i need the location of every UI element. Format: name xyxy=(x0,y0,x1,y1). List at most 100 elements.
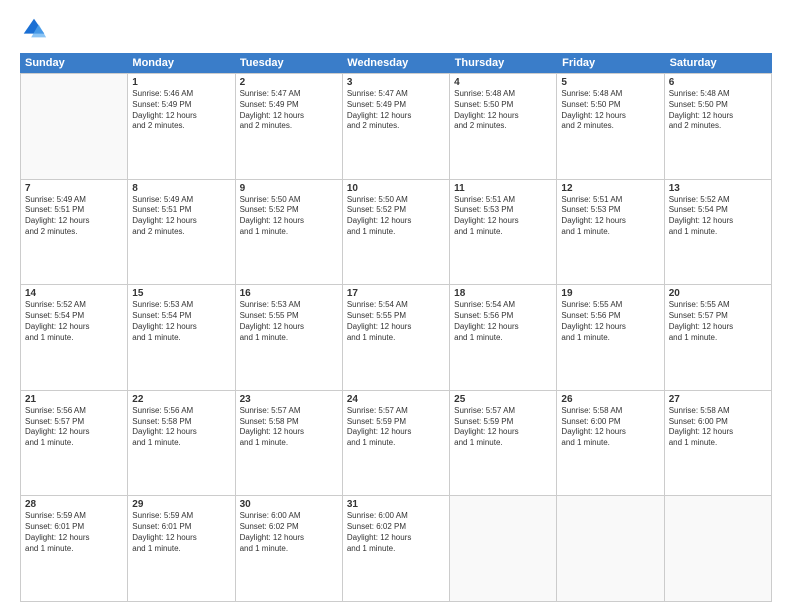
cal-cell: 30Sunrise: 6:00 AM Sunset: 6:02 PM Dayli… xyxy=(236,496,343,601)
cal-cell: 24Sunrise: 5:57 AM Sunset: 5:59 PM Dayli… xyxy=(343,391,450,496)
cal-cell: 31Sunrise: 6:00 AM Sunset: 6:02 PM Dayli… xyxy=(343,496,450,601)
calendar-row-3: 14Sunrise: 5:52 AM Sunset: 5:54 PM Dayli… xyxy=(21,285,772,391)
cal-cell: 27Sunrise: 5:58 AM Sunset: 6:00 PM Dayli… xyxy=(665,391,772,496)
page: SundayMondayTuesdayWednesdayThursdayFrid… xyxy=(0,0,792,612)
cell-info: Sunrise: 5:48 AM Sunset: 5:50 PM Dayligh… xyxy=(669,89,767,132)
header xyxy=(20,15,772,43)
day-number: 19 xyxy=(561,288,659,299)
calendar: SundayMondayTuesdayWednesdayThursdayFrid… xyxy=(20,53,772,602)
cell-info: Sunrise: 5:58 AM Sunset: 6:00 PM Dayligh… xyxy=(561,406,659,449)
calendar-row-5: 28Sunrise: 5:59 AM Sunset: 6:01 PM Dayli… xyxy=(21,496,772,602)
calendar-row-2: 7Sunrise: 5:49 AM Sunset: 5:51 PM Daylig… xyxy=(21,180,772,286)
header-day-thursday: Thursday xyxy=(450,53,557,73)
cell-info: Sunrise: 5:58 AM Sunset: 6:00 PM Dayligh… xyxy=(669,406,767,449)
cal-cell: 26Sunrise: 5:58 AM Sunset: 6:00 PM Dayli… xyxy=(557,391,664,496)
cell-info: Sunrise: 5:52 AM Sunset: 5:54 PM Dayligh… xyxy=(669,195,767,238)
header-day-tuesday: Tuesday xyxy=(235,53,342,73)
logo xyxy=(20,15,52,43)
cal-cell: 11Sunrise: 5:51 AM Sunset: 5:53 PM Dayli… xyxy=(450,180,557,285)
day-number: 12 xyxy=(561,183,659,194)
day-number: 27 xyxy=(669,394,767,405)
cal-cell xyxy=(665,496,772,601)
day-number: 7 xyxy=(25,183,123,194)
cal-cell: 14Sunrise: 5:52 AM Sunset: 5:54 PM Dayli… xyxy=(21,285,128,390)
cal-cell: 29Sunrise: 5:59 AM Sunset: 6:01 PM Dayli… xyxy=(128,496,235,601)
cell-info: Sunrise: 5:56 AM Sunset: 5:58 PM Dayligh… xyxy=(132,406,230,449)
header-day-wednesday: Wednesday xyxy=(342,53,449,73)
cal-cell: 25Sunrise: 5:57 AM Sunset: 5:59 PM Dayli… xyxy=(450,391,557,496)
cell-info: Sunrise: 5:51 AM Sunset: 5:53 PM Dayligh… xyxy=(561,195,659,238)
cell-info: Sunrise: 5:47 AM Sunset: 5:49 PM Dayligh… xyxy=(347,89,445,132)
day-number: 23 xyxy=(240,394,338,405)
cal-cell: 7Sunrise: 5:49 AM Sunset: 5:51 PM Daylig… xyxy=(21,180,128,285)
day-number: 25 xyxy=(454,394,552,405)
cal-cell: 23Sunrise: 5:57 AM Sunset: 5:58 PM Dayli… xyxy=(236,391,343,496)
day-number: 3 xyxy=(347,77,445,88)
day-number: 30 xyxy=(240,499,338,510)
cell-info: Sunrise: 5:48 AM Sunset: 5:50 PM Dayligh… xyxy=(561,89,659,132)
cell-info: Sunrise: 5:53 AM Sunset: 5:55 PM Dayligh… xyxy=(240,300,338,343)
day-number: 24 xyxy=(347,394,445,405)
cal-cell: 5Sunrise: 5:48 AM Sunset: 5:50 PM Daylig… xyxy=(557,74,664,179)
cal-cell: 10Sunrise: 5:50 AM Sunset: 5:52 PM Dayli… xyxy=(343,180,450,285)
cal-cell: 4Sunrise: 5:48 AM Sunset: 5:50 PM Daylig… xyxy=(450,74,557,179)
cell-info: Sunrise: 5:51 AM Sunset: 5:53 PM Dayligh… xyxy=(454,195,552,238)
day-number: 8 xyxy=(132,183,230,194)
day-number: 17 xyxy=(347,288,445,299)
cell-info: Sunrise: 5:57 AM Sunset: 5:59 PM Dayligh… xyxy=(454,406,552,449)
cal-cell: 20Sunrise: 5:55 AM Sunset: 5:57 PM Dayli… xyxy=(665,285,772,390)
cal-cell: 15Sunrise: 5:53 AM Sunset: 5:54 PM Dayli… xyxy=(128,285,235,390)
day-number: 31 xyxy=(347,499,445,510)
day-number: 29 xyxy=(132,499,230,510)
cell-info: Sunrise: 5:55 AM Sunset: 5:56 PM Dayligh… xyxy=(561,300,659,343)
cal-cell: 21Sunrise: 5:56 AM Sunset: 5:57 PM Dayli… xyxy=(21,391,128,496)
cell-info: Sunrise: 5:49 AM Sunset: 5:51 PM Dayligh… xyxy=(25,195,123,238)
cal-cell: 6Sunrise: 5:48 AM Sunset: 5:50 PM Daylig… xyxy=(665,74,772,179)
header-day-sunday: Sunday xyxy=(20,53,127,73)
day-number: 13 xyxy=(669,183,767,194)
cell-info: Sunrise: 5:55 AM Sunset: 5:57 PM Dayligh… xyxy=(669,300,767,343)
cal-cell: 17Sunrise: 5:54 AM Sunset: 5:55 PM Dayli… xyxy=(343,285,450,390)
cal-cell: 22Sunrise: 5:56 AM Sunset: 5:58 PM Dayli… xyxy=(128,391,235,496)
cell-info: Sunrise: 5:47 AM Sunset: 5:49 PM Dayligh… xyxy=(240,89,338,132)
cal-cell xyxy=(21,74,128,179)
cal-cell: 2Sunrise: 5:47 AM Sunset: 5:49 PM Daylig… xyxy=(236,74,343,179)
cell-info: Sunrise: 5:54 AM Sunset: 5:56 PM Dayligh… xyxy=(454,300,552,343)
cal-cell: 12Sunrise: 5:51 AM Sunset: 5:53 PM Dayli… xyxy=(557,180,664,285)
cell-info: Sunrise: 5:54 AM Sunset: 5:55 PM Dayligh… xyxy=(347,300,445,343)
header-day-saturday: Saturday xyxy=(665,53,772,73)
day-number: 10 xyxy=(347,183,445,194)
day-number: 14 xyxy=(25,288,123,299)
cal-cell: 16Sunrise: 5:53 AM Sunset: 5:55 PM Dayli… xyxy=(236,285,343,390)
calendar-row-1: 1Sunrise: 5:46 AM Sunset: 5:49 PM Daylig… xyxy=(21,74,772,180)
cell-info: Sunrise: 5:48 AM Sunset: 5:50 PM Dayligh… xyxy=(454,89,552,132)
day-number: 4 xyxy=(454,77,552,88)
cell-info: Sunrise: 5:50 AM Sunset: 5:52 PM Dayligh… xyxy=(347,195,445,238)
cell-info: Sunrise: 6:00 AM Sunset: 6:02 PM Dayligh… xyxy=(240,511,338,554)
cell-info: Sunrise: 6:00 AM Sunset: 6:02 PM Dayligh… xyxy=(347,511,445,554)
cal-cell: 3Sunrise: 5:47 AM Sunset: 5:49 PM Daylig… xyxy=(343,74,450,179)
day-number: 2 xyxy=(240,77,338,88)
cal-cell: 18Sunrise: 5:54 AM Sunset: 5:56 PM Dayli… xyxy=(450,285,557,390)
day-number: 1 xyxy=(132,77,230,88)
cell-info: Sunrise: 5:59 AM Sunset: 6:01 PM Dayligh… xyxy=(132,511,230,554)
day-number: 5 xyxy=(561,77,659,88)
calendar-header: SundayMondayTuesdayWednesdayThursdayFrid… xyxy=(20,53,772,73)
day-number: 6 xyxy=(669,77,767,88)
cal-cell: 28Sunrise: 5:59 AM Sunset: 6:01 PM Dayli… xyxy=(21,496,128,601)
cell-info: Sunrise: 5:53 AM Sunset: 5:54 PM Dayligh… xyxy=(132,300,230,343)
day-number: 18 xyxy=(454,288,552,299)
day-number: 16 xyxy=(240,288,338,299)
header-day-monday: Monday xyxy=(127,53,234,73)
cal-cell xyxy=(557,496,664,601)
cell-info: Sunrise: 5:49 AM Sunset: 5:51 PM Dayligh… xyxy=(132,195,230,238)
day-number: 15 xyxy=(132,288,230,299)
cal-cell: 8Sunrise: 5:49 AM Sunset: 5:51 PM Daylig… xyxy=(128,180,235,285)
cell-info: Sunrise: 5:57 AM Sunset: 5:58 PM Dayligh… xyxy=(240,406,338,449)
cal-cell: 19Sunrise: 5:55 AM Sunset: 5:56 PM Dayli… xyxy=(557,285,664,390)
day-number: 21 xyxy=(25,394,123,405)
cal-cell: 9Sunrise: 5:50 AM Sunset: 5:52 PM Daylig… xyxy=(236,180,343,285)
logo-icon xyxy=(20,15,48,43)
day-number: 26 xyxy=(561,394,659,405)
cell-info: Sunrise: 5:46 AM Sunset: 5:49 PM Dayligh… xyxy=(132,89,230,132)
